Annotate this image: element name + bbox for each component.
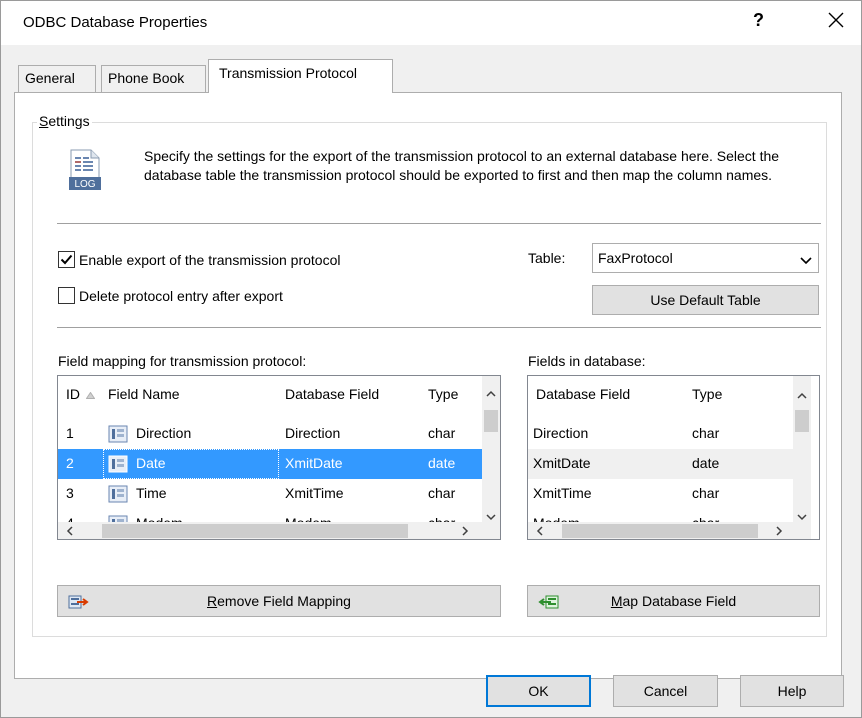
cell-database-field: XmitTime bbox=[533, 485, 592, 501]
log-file-icon: LOG bbox=[69, 149, 101, 196]
cell-type: date bbox=[428, 455, 456, 471]
scroll-corner bbox=[482, 522, 500, 539]
remove-field-mapping-button[interactable]: Remove Field Mapping bbox=[57, 585, 501, 617]
scroll-up-icon[interactable] bbox=[486, 386, 496, 400]
list-header: Database Field Type bbox=[528, 376, 793, 410]
table-combobox[interactable]: FaxProtocol bbox=[592, 243, 819, 273]
cell-type: char bbox=[692, 425, 720, 441]
vertical-scrollbar[interactable] bbox=[793, 376, 811, 522]
cell-database-field: XmitTime bbox=[285, 485, 344, 501]
cell-database-field: Direction bbox=[533, 425, 589, 441]
title-bar[interactable]: ODBC Database Properties ? bbox=[1, 1, 861, 45]
use-default-table-button[interactable]: Use Default Table bbox=[592, 285, 819, 315]
odbc-properties-dialog: ODBC Database Properties ? General Phone… bbox=[0, 0, 862, 718]
cell-id: 2 bbox=[66, 455, 74, 471]
separator bbox=[57, 327, 821, 328]
window-title: ODBC Database Properties bbox=[23, 14, 208, 31]
field-icon bbox=[108, 485, 128, 503]
settings-description: Specify the settings for the export of t… bbox=[144, 148, 780, 183]
scroll-corner bbox=[793, 522, 811, 539]
column-header-database-field[interactable]: Database Field bbox=[285, 386, 379, 402]
cell-field-name: Date bbox=[136, 455, 166, 471]
vertical-scrollbar[interactable] bbox=[482, 376, 500, 522]
field-icon bbox=[108, 455, 128, 473]
scroll-thumb[interactable] bbox=[562, 524, 758, 538]
checkbox-box[interactable] bbox=[58, 287, 75, 304]
fields-in-database-label: Fields in database: bbox=[528, 353, 646, 369]
tab-label: Phone Book bbox=[108, 70, 185, 86]
tab-label: General bbox=[25, 70, 75, 86]
cell-type: char bbox=[428, 425, 456, 441]
delete-entry-checkbox[interactable]: Delete protocol entry after export bbox=[58, 287, 283, 304]
horizontal-scrollbar[interactable] bbox=[58, 522, 482, 539]
scroll-up-icon[interactable] bbox=[797, 388, 807, 402]
map-field-icon bbox=[538, 595, 559, 609]
close-icon[interactable] bbox=[821, 5, 851, 35]
scroll-right-icon[interactable] bbox=[776, 525, 783, 539]
table-row[interactable]: 1 Direction Direction char bbox=[58, 419, 482, 449]
horizontal-scrollbar[interactable] bbox=[528, 522, 793, 539]
map-database-field-button[interactable]: Map Database Field bbox=[527, 585, 820, 617]
svg-text:LOG: LOG bbox=[74, 179, 95, 190]
map-database-field-label: Map Database Field bbox=[610, 593, 737, 609]
scroll-thumb[interactable] bbox=[795, 410, 809, 432]
enable-export-checkbox[interactable]: Enable export of the transmission protoc… bbox=[58, 251, 340, 268]
list-header: ID Field Name Database Field Type bbox=[58, 376, 482, 410]
table-row[interactable]: 2 Date XmitDate date bbox=[58, 449, 482, 479]
cell-database-field: XmitDate bbox=[533, 455, 591, 471]
help-question-icon[interactable]: ? bbox=[753, 10, 764, 31]
cell-id: 1 bbox=[66, 425, 74, 441]
scroll-left-icon[interactable] bbox=[536, 525, 543, 539]
remove-mapping-icon bbox=[68, 595, 89, 609]
column-header-database-field[interactable]: Database Field bbox=[536, 386, 630, 402]
cell-type: date bbox=[692, 455, 720, 471]
cell-id: 3 bbox=[66, 485, 74, 501]
cell-field-name: Direction bbox=[136, 425, 192, 441]
scroll-thumb[interactable] bbox=[484, 410, 498, 432]
table-label: Table: bbox=[528, 250, 566, 266]
scroll-thumb[interactable] bbox=[102, 524, 408, 538]
table-value: FaxProtocol bbox=[598, 250, 673, 266]
settings-group-label: Settings bbox=[37, 113, 92, 129]
delete-entry-label: Delete protocol entry after export bbox=[79, 287, 283, 304]
field-mapping-label: Field mapping for transmission protocol: bbox=[58, 353, 307, 369]
ok-button[interactable]: OK bbox=[486, 675, 591, 707]
scroll-left-icon[interactable] bbox=[66, 525, 73, 539]
tab-transmission-protocol[interactable]: Transmission Protocol bbox=[208, 59, 393, 93]
chevron-down-icon[interactable] bbox=[800, 253, 812, 269]
column-header-field-name[interactable]: Field Name bbox=[108, 386, 180, 402]
cell-type: char bbox=[692, 485, 720, 501]
cell-database-field: Direction bbox=[285, 425, 341, 441]
database-fields-list[interactable]: Database Field Type Direction char XmitD… bbox=[527, 375, 820, 540]
field-mapping-list[interactable]: ID Field Name Database Field Type 1 Dire… bbox=[57, 375, 501, 540]
cancel-button[interactable]: Cancel bbox=[613, 675, 718, 707]
cell-type: char bbox=[428, 485, 456, 501]
remove-field-mapping-label: Remove Field Mapping bbox=[207, 593, 351, 609]
cell-field-name: Time bbox=[136, 485, 167, 501]
help-button[interactable]: Help bbox=[740, 675, 844, 707]
list-item[interactable]: Direction char bbox=[528, 419, 793, 449]
checkbox-box[interactable] bbox=[58, 251, 75, 268]
column-header-type[interactable]: Type bbox=[428, 386, 458, 402]
sort-ascending-icon bbox=[85, 391, 96, 399]
field-icon bbox=[108, 425, 128, 443]
cell-database-field: XmitDate bbox=[285, 455, 343, 471]
tab-phone-book[interactable]: Phone Book bbox=[101, 65, 206, 92]
list-item[interactable]: XmitTime char bbox=[528, 479, 793, 509]
table-row[interactable]: 3 Time XmitTime char bbox=[58, 479, 482, 509]
checkmark-icon bbox=[60, 254, 73, 265]
scroll-right-icon[interactable] bbox=[462, 525, 469, 539]
tab-general[interactable]: General bbox=[18, 65, 96, 92]
separator bbox=[57, 223, 821, 224]
list-item[interactable]: XmitDate date bbox=[528, 449, 793, 479]
column-header-type[interactable]: Type bbox=[692, 386, 722, 402]
enable-export-label: Enable export of the transmission protoc… bbox=[79, 251, 341, 268]
focus-rect bbox=[103, 449, 279, 479]
column-header-id[interactable]: ID bbox=[66, 386, 96, 402]
tab-label: Transmission Protocol bbox=[219, 65, 357, 81]
